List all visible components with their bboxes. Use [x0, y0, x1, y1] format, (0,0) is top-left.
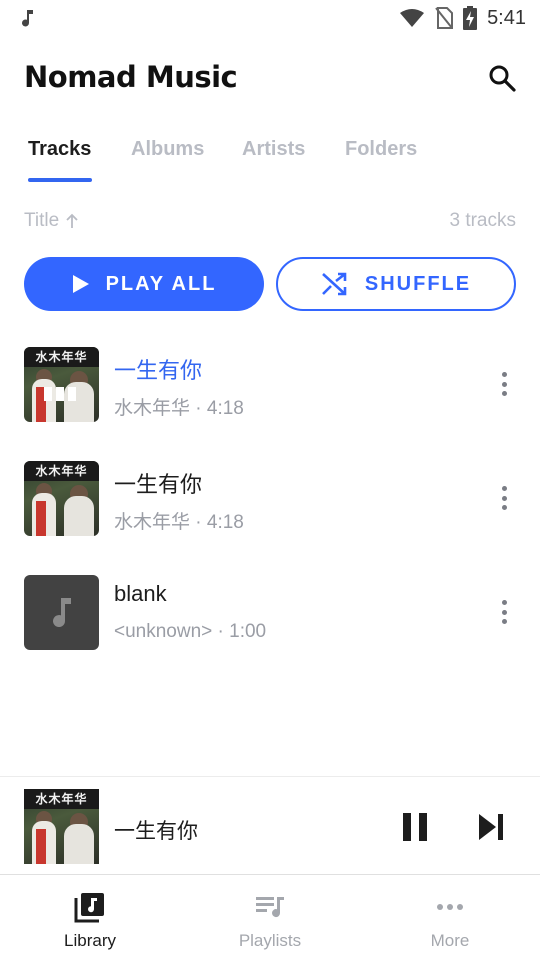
tab-albums[interactable]: Albums	[131, 138, 204, 161]
music-note-icon	[52, 597, 71, 627]
nav-more[interactable]: More	[360, 875, 540, 960]
play-all-label: PLAY ALL	[105, 272, 217, 295]
status-bar: 5:41	[0, 0, 540, 36]
tab-folders[interactable]: Folders	[345, 138, 417, 161]
play-all-button[interactable]: PLAY ALL	[24, 257, 264, 311]
no-sim-icon	[435, 7, 454, 29]
cover-title: 水木年华	[24, 789, 99, 809]
track-title: 一生有你	[114, 358, 203, 383]
sort-label: Title	[24, 210, 60, 231]
equalizer-icon	[44, 387, 76, 401]
track-row[interactable]: 水木年华 一生有你 水木年华 · 4:18	[0, 347, 540, 437]
mini-player-art: 水木年华	[24, 789, 99, 864]
album-cover: 水木年华	[24, 347, 99, 422]
track-title: blank	[114, 581, 167, 606]
track-row[interactable]: 水木年华 一生有你 水木年华 · 4:18	[0, 461, 540, 551]
play-icon	[72, 275, 89, 293]
track-subtitle: 水木年华 · 4:18	[114, 512, 244, 533]
music-note-icon	[22, 10, 33, 27]
search-button[interactable]	[486, 62, 518, 94]
nav-library[interactable]: Library	[0, 875, 180, 960]
shuffle-button[interactable]: SHUFFLE	[276, 257, 516, 311]
playlist-icon	[256, 897, 284, 918]
tab-artists[interactable]: Artists	[242, 138, 305, 161]
library-icon	[74, 893, 104, 923]
placeholder-art	[24, 575, 99, 650]
album-art	[24, 575, 99, 650]
shuffle-label: SHUFFLE	[364, 272, 472, 295]
track-title: 一生有你	[114, 472, 203, 497]
album-art: 水木年华	[24, 461, 99, 536]
more-options-icon[interactable]	[492, 369, 516, 399]
search-icon	[489, 65, 516, 92]
mini-player-title: 一生有你	[114, 820, 198, 843]
tab-indicator	[28, 178, 92, 182]
album-art: 水木年华	[24, 347, 99, 422]
album-cover: 水木年华	[24, 789, 99, 864]
nav-library-label: Library	[64, 931, 116, 950]
sort-button[interactable]: Title	[24, 210, 79, 232]
app-title: Nomad Music	[24, 60, 238, 94]
track-count: 3 tracks	[449, 210, 516, 231]
track-subtitle: <unknown> · 1:00	[114, 621, 267, 642]
album-cover: 水木年华	[24, 461, 99, 536]
nav-playlists[interactable]: Playlists	[180, 875, 360, 960]
cover-title: 水木年华	[24, 347, 99, 367]
mini-player[interactable]: 水木年华 一生有你	[0, 776, 540, 874]
battery-charging-icon	[463, 6, 478, 30]
nav-more-label: More	[430, 931, 470, 950]
arrow-up-icon	[66, 213, 78, 228]
pause-icon[interactable]	[400, 811, 430, 843]
cover-title: 水木年华	[24, 461, 99, 481]
track-row[interactable]: blank <unknown> · 1:00	[0, 575, 540, 665]
more-horizontal-icon	[437, 904, 463, 910]
more-options-icon[interactable]	[492, 483, 516, 513]
sort-row: Title 3 tracks	[24, 210, 516, 236]
clock: 5:41	[487, 6, 526, 29]
tab-tracks[interactable]: Tracks	[28, 138, 91, 161]
tab-bar: Tracks Albums Artists Folders	[0, 138, 540, 184]
shuffle-icon	[321, 272, 347, 296]
nav-playlists-label: Playlists	[238, 931, 302, 950]
track-subtitle: 水木年华 · 4:18	[114, 398, 244, 419]
skip-next-icon[interactable]	[476, 811, 506, 843]
more-options-icon[interactable]	[492, 597, 516, 627]
status-icons: 5:41	[399, 6, 526, 30]
bottom-nav: Library Playlists More	[0, 874, 540, 960]
wifi-icon	[400, 9, 425, 27]
